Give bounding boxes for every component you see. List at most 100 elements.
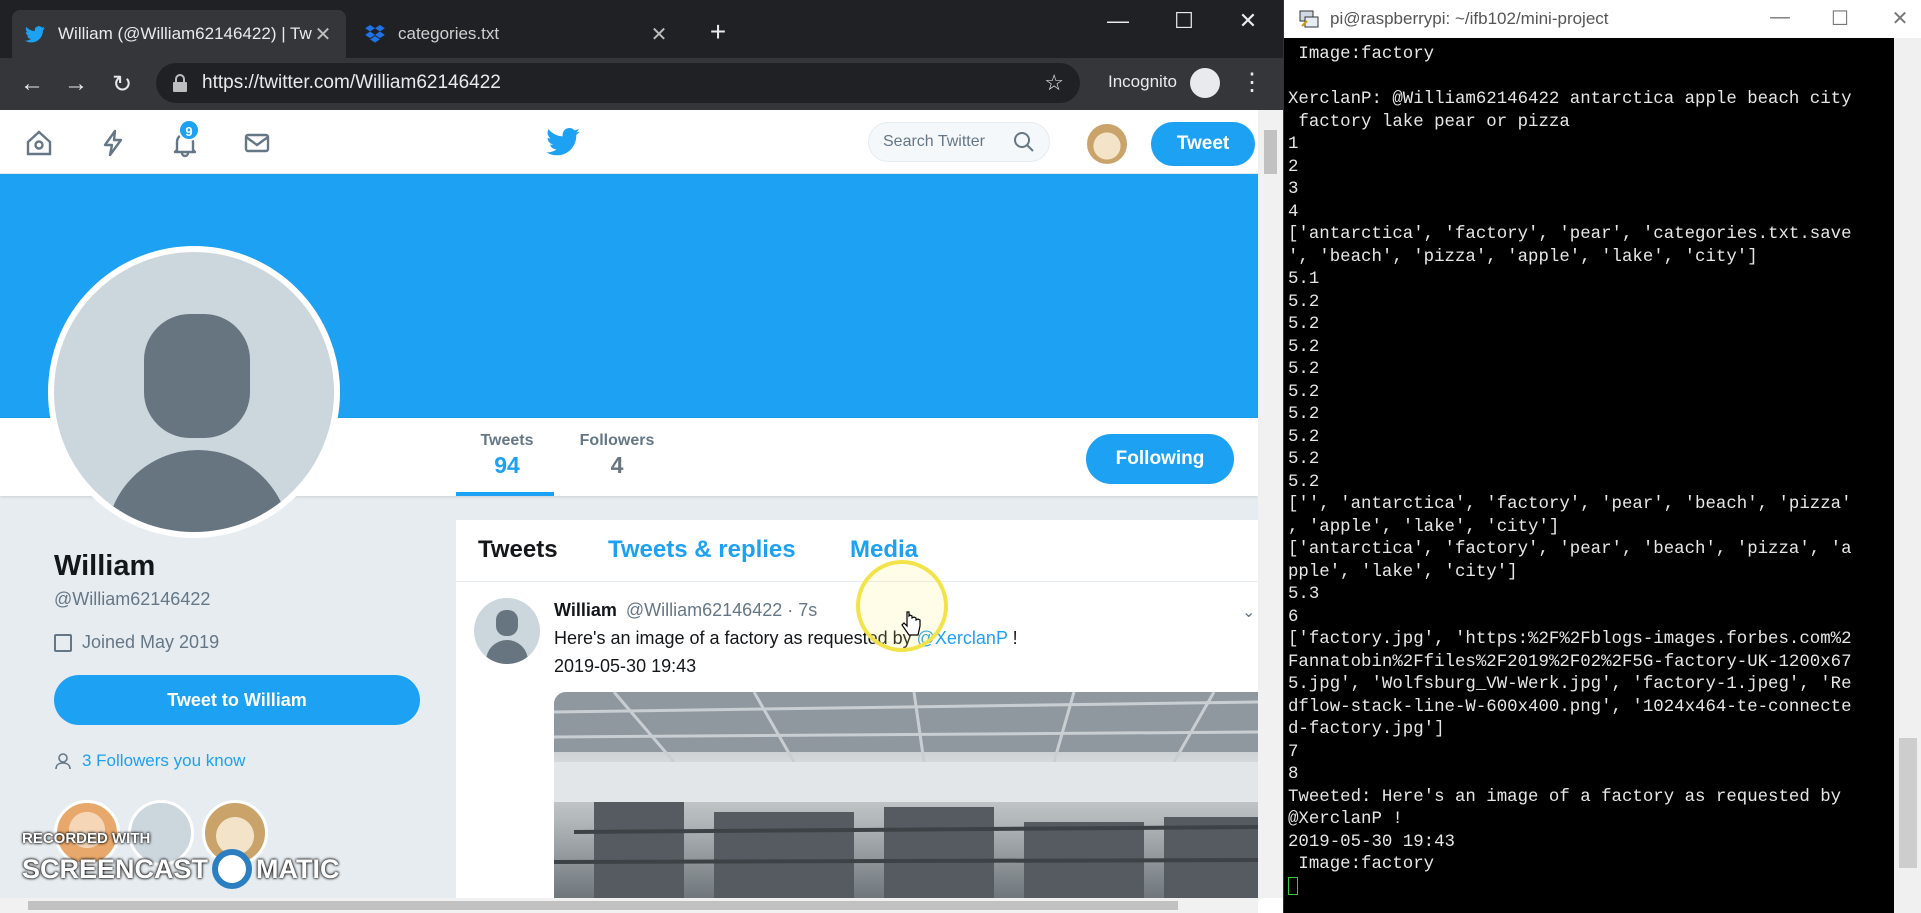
minimize-icon[interactable]: — [1098,8,1138,34]
timeline-panel: Tweets Tweets & replies Media William @W… [456,520,1258,898]
address-bar[interactable]: https://twitter.com/William62146422 ☆ [156,63,1080,103]
stat-value: 4 [610,452,624,478]
terminal-line: XerclanP: @William62146422 antarctica ap… [1288,90,1852,109]
tab-close-icon[interactable]: ✕ [312,22,334,47]
tweet-author[interactable]: William [554,600,617,620]
tab-tweets-and-replies[interactable]: Tweets & replies [608,536,796,564]
search-input[interactable]: Search Twitter [868,122,1050,162]
moments-lightning-icon[interactable] [98,128,128,158]
joined-text: Joined May 2019 [82,632,220,652]
page-horizontal-scrollbar[interactable] [0,898,1258,913]
terminal-line: 4 [1288,202,1299,222]
watermark-word2: MATIC [256,853,340,884]
watermark-line1: RECORDED WITH [22,830,151,847]
tab-categories-txt[interactable]: categories.txt ✕ [352,10,682,58]
maximize-icon[interactable]: ☐ [1164,8,1204,34]
followers-you-know-link[interactable]: 3 Followers you know [54,751,424,771]
menu-kebab-icon[interactable]: ⋮ [1240,68,1264,97]
terminal-window: pi@raspberrypi: ~/ifb102/mini-project — … [1283,0,1921,913]
terminal-prompt[interactable] [1288,876,1890,900]
browser-toolbar: ← → ↻ https://twitter.com/William6214642… [0,58,1283,110]
terminal-line: 5.2 [1288,382,1320,402]
terminal-line: Tweeted: Here's an image of a factory as… [1288,787,1842,807]
terminal-line: 5.3 [1288,585,1320,604]
page-vertical-scrollbar[interactable] [1258,110,1283,898]
bookmark-star-icon[interactable]: ☆ [1044,70,1064,96]
screencast-logo-icon [212,849,253,889]
scroll-thumb[interactable] [28,901,1178,910]
stat-tweets[interactable]: Tweets 94 [470,432,544,479]
terminal-output[interactable]: Image:factory XerclanP: @William62146422… [1284,38,1894,913]
scroll-thumb[interactable] [1264,130,1277,174]
terminal-line: 5.2 [1288,292,1320,312]
scroll-thumb[interactable] [1899,738,1917,868]
calendar-icon [54,633,72,652]
stat-followers[interactable]: Followers 4 [576,432,658,479]
terminal-line: ['antarctica', 'factory', 'pear', 'categ… [1288,225,1852,244]
watermark-line2: SCREENCAST MATIC [22,849,340,889]
following-button[interactable]: Following [1086,434,1234,484]
joined-date: Joined May 2019 [54,632,424,653]
lock-icon [173,74,187,92]
close-window-icon[interactable]: ✕ [1228,8,1268,34]
stat-value: 94 [494,452,520,478]
active-stat-underline [456,492,554,496]
terminal-line: 7 [1288,742,1299,762]
stat-label: Tweets [480,432,534,449]
terminal-scrollbar[interactable] [1894,38,1921,913]
terminal-line: 2019-05-30 19:43 [1288,832,1455,852]
tweet-header: William @William62146422 · 7s [554,600,817,621]
tweet-media-image[interactable] [554,692,1258,898]
minimize-icon[interactable]: — [1760,6,1800,29]
terminal-line: ['antarctica', 'factory', 'pear', 'beach… [1288,540,1852,559]
incognito-label: Incognito [1108,72,1177,91]
terminal-line: 5.2 [1288,472,1320,492]
timeline-tabs: Tweets Tweets & replies Media [456,520,1258,582]
maximize-icon[interactable]: ☐ [1820,6,1860,31]
home-icon[interactable] [24,128,54,158]
default-avatar-head [144,314,250,438]
search-icon[interactable] [1013,131,1035,153]
tweet-button[interactable]: Tweet [1151,122,1255,166]
tab-strip: William (@William62146422) | Tw ✕ catego… [0,0,1283,58]
default-avatar-body [106,450,290,532]
tweet-date: 2019-05-30 19:43 [554,656,697,676]
tab-close-icon[interactable]: ✕ [648,22,670,47]
terminal-cursor [1288,876,1298,895]
tweet-item[interactable]: William @William62146422 · 7s ⌄ Here's a… [456,582,1258,898]
person-icon [55,753,71,770]
default-avatar-body [486,640,528,664]
close-window-icon[interactable]: ✕ [1880,6,1920,31]
new-tab-button[interactable]: + [702,16,734,48]
terminal-line: dflow-stack-line-W-600x400.png', '1024x4… [1288,697,1852,717]
tab-twitter-profile[interactable]: William (@William62146422) | Tw ✕ [12,10,346,58]
terminal-line: Image:factory [1288,855,1435,874]
terminal-line: 3 [1288,180,1299,199]
default-avatar-head [496,610,518,636]
terminal-line: ['factory.jpg', 'https:%2F%2Fblogs-image… [1288,630,1852,649]
messages-envelope-icon[interactable] [242,128,272,158]
forward-arrow-icon[interactable]: → [58,66,94,102]
profile-avatar[interactable] [48,246,340,538]
back-arrow-icon[interactable]: ← [14,66,50,102]
screencast-watermark: RECORDED WITH SCREENCAST MATIC [22,830,340,889]
terminal-line: 5.2 [1288,337,1320,357]
incognito-icon[interactable] [1190,68,1220,98]
tab-tweets[interactable]: Tweets [478,536,558,564]
account-avatar[interactable] [1085,122,1129,166]
twitter-bird-logo-icon[interactable] [546,128,580,156]
twitter-nav-bar: 9 Search Twitter Tweet [0,110,1258,174]
tweet-text-end: ! [1007,628,1018,648]
watermark-word1: SCREENCAST [22,853,209,884]
terminal-line: 1 [1288,135,1299,154]
followers-you-know-text: 3 Followers you know [82,751,246,770]
tweet-to-user-button[interactable]: Tweet to William [54,675,420,725]
chevron-down-icon[interactable]: ⌄ [1242,602,1255,622]
tweet-avatar[interactable] [474,598,540,664]
factory-photo [554,692,1258,898]
terminal-line: 8 [1288,765,1299,784]
terminal-line: 5.2 [1288,427,1320,447]
reload-icon[interactable]: ↻ [104,66,140,102]
tweet-text: Here's an image of a factory as requeste… [554,628,1018,649]
